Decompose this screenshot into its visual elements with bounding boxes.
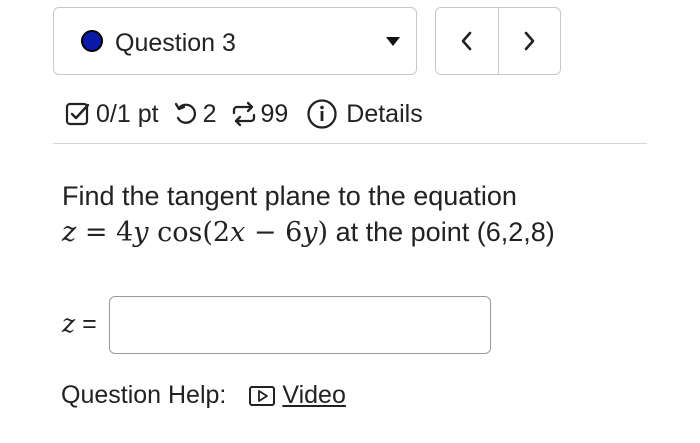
- divider: [53, 143, 647, 144]
- prompt-line-1: Find the tangent plane to the equation: [62, 181, 517, 211]
- checkbox-icon: [64, 100, 92, 128]
- prompt-point-text: at the point (6,2,8): [335, 217, 555, 247]
- status-dot: [81, 30, 103, 52]
- retry-icon: [173, 100, 199, 128]
- info-icon: [307, 99, 337, 129]
- play-icon: [249, 385, 276, 406]
- answer-label: z =: [62, 309, 97, 338]
- question-selector-label: Question 3: [115, 29, 236, 57]
- question-status-bar: 0/1 pt 2 99 Details: [64, 92, 423, 136]
- chevron-right-icon: [524, 31, 535, 51]
- attempts-count: 2: [202, 99, 217, 128]
- repeat-icon: [230, 100, 258, 128]
- answer-input[interactable]: [109, 296, 491, 354]
- prompt-line-2: z = 4y cos(2x − 6y) at the point (6,2,8): [62, 214, 555, 251]
- next-question-button[interactable]: [497, 8, 561, 74]
- question-prompt: Find the tangent plane to the equation z…: [62, 178, 555, 251]
- question-help: Question Help: Video: [61, 381, 346, 410]
- score-text: 0/1 pt: [96, 99, 159, 128]
- equation: z = 4y cos(2x − 6y): [62, 217, 329, 248]
- question-nav: [435, 7, 561, 75]
- details-label: Details: [346, 99, 423, 128]
- details-button[interactable]: Details: [306, 98, 423, 130]
- question-selector[interactable]: Question 3: [53, 7, 417, 75]
- video-link-label: Video: [282, 381, 346, 409]
- question-help-label: Question Help:: [61, 381, 227, 409]
- tries-count: 99: [260, 99, 289, 128]
- chevron-left-icon: [461, 31, 472, 51]
- caret-down-icon: [386, 37, 400, 46]
- video-link[interactable]: Video: [248, 381, 346, 410]
- previous-question-button[interactable]: [436, 8, 498, 74]
